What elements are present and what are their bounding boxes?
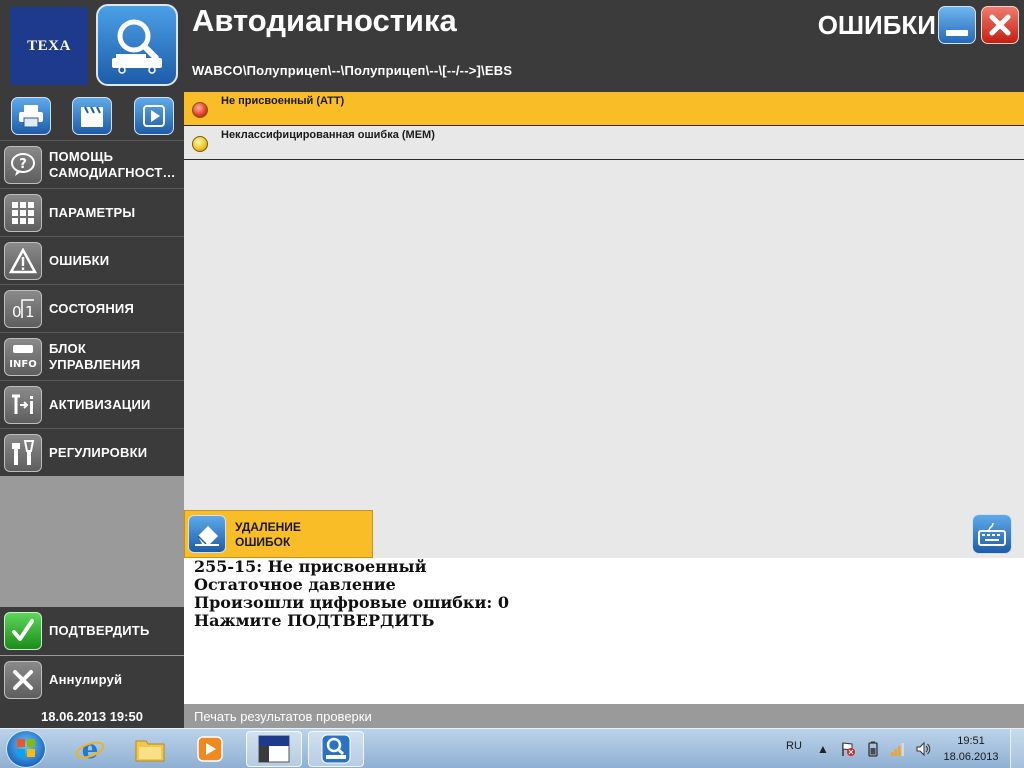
close-icon [989,14,1011,36]
sidebar-item-activations[interactable]: АКТИВИЗАЦИИ [0,380,184,428]
activation-icon [4,386,42,424]
info-icon: INFO [4,338,42,376]
print-button[interactable] [11,97,51,135]
logo-text: TEXA [27,37,71,54]
section-title: ОШИБКИ [817,10,936,40]
checkmark-icon [4,612,42,650]
window-thumbnail-icon [258,735,290,763]
svg-text:INFO: INFO [9,359,36,370]
svg-text:1: 1 [25,303,35,321]
svg-text:?: ? [19,157,27,172]
keyboard-icon [978,522,1006,546]
confirm-button[interactable]: ПОДТВЕРДИТЬ [0,607,184,655]
sidebar-item-adjustments[interactable]: РЕГУЛИРОВКИ [0,428,184,476]
magnifier-truck-icon [112,19,162,74]
media-player-icon [197,736,223,762]
clock-time[interactable]: 19:51 [940,735,1002,747]
warning-icon [4,242,42,280]
close-button[interactable] [981,6,1019,44]
cancel-label: Аннулируй [49,672,123,687]
sidebar-item-label: АКТИВИЗАЦИИ [49,397,151,412]
message-line: Нажмите ПОДТВЕРДИТЬ [194,611,435,630]
svg-text:e: e [82,735,99,764]
clock-date[interactable]: 18.06.2013 [940,751,1002,763]
app-title: Автодиагностика [192,3,457,38]
app-window: TEXA Автодиагностика WABCO\Полуприцеп\--… [0,0,1024,768]
taskbar-window-button[interactable] [246,731,302,767]
header: TEXA Автодиагностика WABCO\Полуприцеп\--… [0,0,1024,92]
volume-icon[interactable] [915,741,931,757]
keyboard-button[interactable] [972,514,1012,554]
clear-errors-button[interactable]: УДАЛЕНИЕ ОШИБОК [184,510,373,558]
taskbar: e RU ▲ 19:51 18.06.2013 [0,728,1024,768]
sidebar-item-label: ПАРАМЕТРЫ [49,205,136,220]
error-text: Не присвоенный (ATT) [221,95,345,107]
cancel-button[interactable]: Аннулируй [0,656,184,704]
start-button[interactable] [6,730,46,768]
record-button[interactable] [72,97,112,135]
windows-logo-icon [17,739,35,757]
minimize-icon [946,30,968,36]
internet-explorer-icon: e [75,735,105,764]
sidebar-toolbar [0,92,184,140]
minimize-button[interactable] [938,6,976,44]
printer-icon [19,105,43,128]
folder-icon [135,740,165,762]
message-line: Произошли цифровые ошибки: 0 [194,593,509,612]
clear-errors-label: УДАЛЕНИЕ ОШИБОК [235,520,301,549]
play-button[interactable] [134,97,174,135]
message-line: Остаточное давление [194,575,396,594]
error-row[interactable]: Неклассифицированная ошибка (MEM) [184,126,1024,160]
tray-expand-icon[interactable]: ▲ [815,741,831,757]
show-desktop-button[interactable] [1010,729,1024,768]
action-strip: УДАЛЕНИЕ ОШИБОК [184,510,1024,558]
taskbar-media-player-button[interactable] [182,731,238,767]
autodiagnostics-app-icon[interactable] [96,4,178,86]
message-line: 255-15: Не присвоенный [194,557,427,576]
errors-list: Не присвоенный (ATT) Неклассифицированна… [184,92,1024,510]
sidebar-item-parameters[interactable]: ПАРАМЕТРЫ [0,188,184,236]
sidebar-item-label: ПОМОЩЬ САМОДИАГНОСТ… [49,149,176,180]
taskbar-ie-button[interactable]: e [62,731,118,767]
action-center-flag-icon[interactable] [840,741,856,757]
cross-icon [4,661,42,699]
error-text: Неклассифицированная ошибка (MEM) [221,129,435,141]
grid-icon [4,194,42,232]
eraser-icon [188,515,226,553]
sidebar-item-label: ОШИБКИ [49,253,110,268]
sidebar-item-states[interactable]: 01 СОСТОЯНИЯ [0,284,184,332]
sidebar-item-label: БЛОК УПРАВЛЕНИЯ [49,341,141,372]
error-row[interactable]: Не присвоенный (ATT) [184,92,1024,126]
sidebar-item-label: СОСТОЯНИЯ [49,301,135,316]
input-language[interactable]: RU [786,740,802,752]
sidebar: ? ПОМОЩЬ САМОДИАГНОСТ… ПАРАМЕТРЫ ОШИБКИ … [0,92,184,704]
battery-icon[interactable] [865,741,881,757]
confirm-label: ПОДТВЕРДИТЬ [49,623,150,638]
magnifier-truck-icon [321,734,351,764]
clapperboard-icon [81,106,103,127]
datetime-display: 18.06.2013 19:50 [0,704,184,728]
play-icon [143,105,165,127]
status-bar: 18.06.2013 19:50 Печать результатов пров… [0,704,1024,728]
status-led-yellow-icon [192,136,208,152]
texa-logo: TEXA [10,7,88,85]
tools-icon [4,434,42,472]
taskbar-autodiagnostics-button[interactable] [308,731,364,767]
taskbar-explorer-button[interactable] [122,731,178,767]
sidebar-item-label: РЕГУЛИРОВКИ [49,445,148,460]
sidebar-item-errors[interactable]: ОШИБКИ [0,236,184,284]
state-01-icon: 01 [4,290,42,328]
breadcrumb: WABCO\Полуприцеп\--\Полуприцеп\--\[--/--… [192,63,513,78]
help-bubble-icon: ? [4,146,42,184]
message-panel: 255-15: Не присвоенный Остаточное давлен… [184,558,1024,704]
sidebar-item-control-unit[interactable]: INFO БЛОК УПРАВЛЕНИЯ [0,332,184,380]
svg-text:0: 0 [12,303,22,321]
network-signal-icon[interactable] [890,741,906,757]
sidebar-item-help[interactable]: ? ПОМОЩЬ САМОДИАГНОСТ… [0,140,184,188]
print-status-text: Печать результатов проверки [194,709,372,724]
system-tray: ▲ [815,741,931,757]
sidebar-menu: ? ПОМОЩЬ САМОДИАГНОСТ… ПАРАМЕТРЫ ОШИБКИ … [0,140,184,476]
status-led-red-icon [192,102,208,118]
